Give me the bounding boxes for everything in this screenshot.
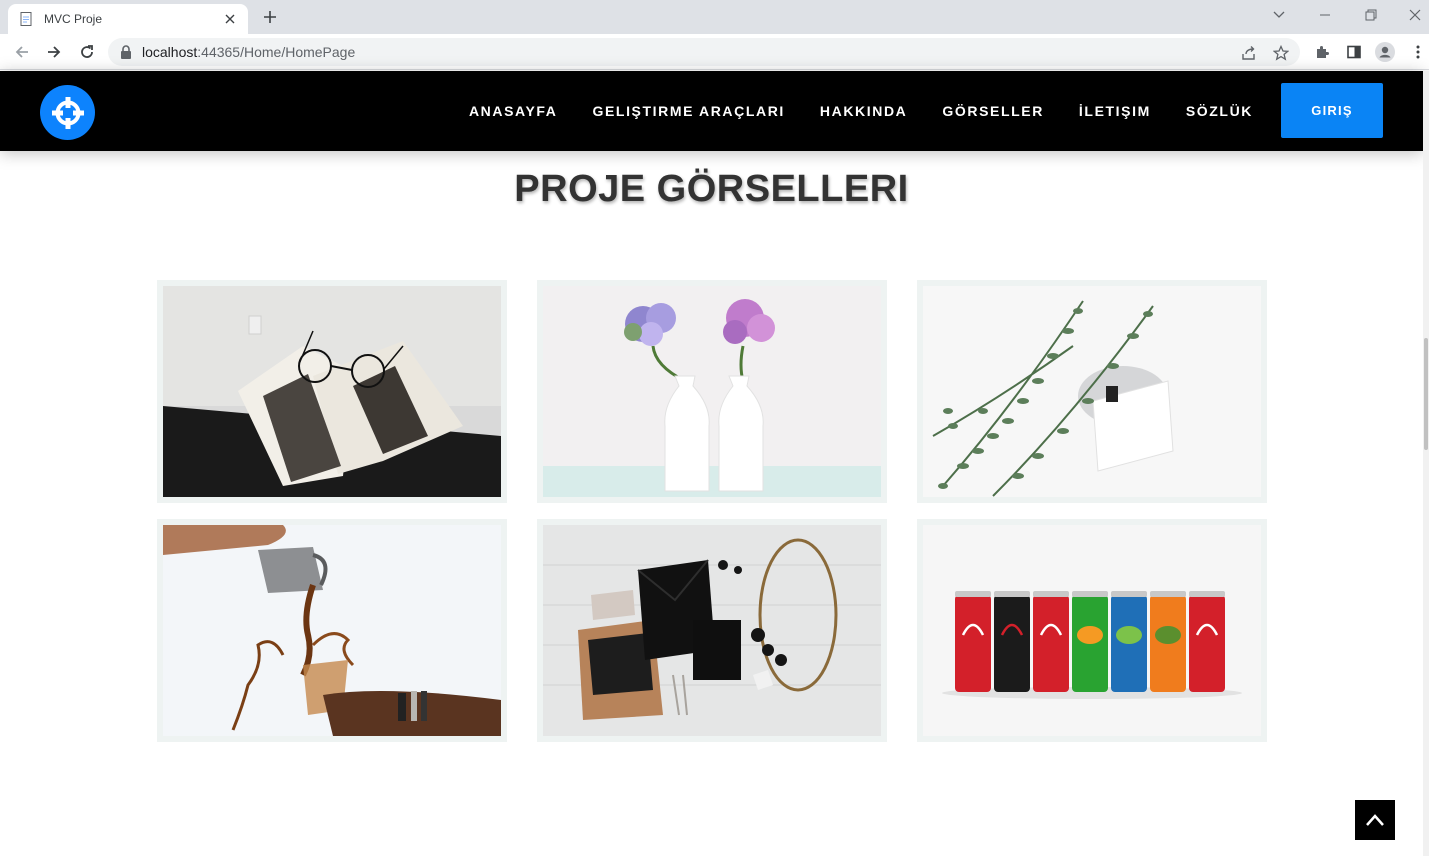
new-tab-button[interactable] bbox=[258, 7, 282, 27]
site-header: ANASAYFA GELIŞTIRME ARAÇLARI HAKKINDA GÖ… bbox=[0, 71, 1423, 151]
nav-item-about[interactable]: HAKKINDA bbox=[820, 103, 907, 119]
url-text: localhost:44365/Home/HomePage bbox=[142, 44, 356, 60]
login-button[interactable]: GIRIŞ bbox=[1281, 83, 1383, 138]
main-navigation: ANASAYFA GELIŞTIRME ARAÇLARI HAKKINDA GÖ… bbox=[434, 71, 1253, 151]
forward-arrow-icon[interactable] bbox=[42, 40, 66, 64]
close-tab-icon[interactable] bbox=[222, 11, 238, 27]
crosshair-logo-icon[interactable] bbox=[40, 85, 95, 140]
scrollbar-thumb[interactable] bbox=[1424, 338, 1428, 450]
browser-toolbar: localhost:44365/Home/HomePage bbox=[0, 34, 1429, 70]
browser-tab[interactable]: MVC Proje bbox=[8, 4, 248, 34]
stationery-photo bbox=[543, 525, 881, 736]
side-panel-icon[interactable] bbox=[1344, 42, 1364, 62]
book-photo bbox=[163, 286, 501, 497]
minimize-icon[interactable] bbox=[1310, 4, 1340, 26]
gallery-image-soda-cans-row[interactable] bbox=[917, 519, 1267, 742]
bookmark-star-icon[interactable] bbox=[1272, 44, 1290, 62]
page-icon bbox=[20, 12, 32, 26]
coffee-photo bbox=[163, 525, 501, 736]
page-scrollbar[interactable] bbox=[1423, 71, 1429, 856]
reload-icon[interactable] bbox=[75, 40, 99, 64]
nav-item-home[interactable]: ANASAYFA bbox=[469, 103, 558, 119]
lock-icon bbox=[121, 45, 131, 59]
back-arrow-icon[interactable] bbox=[10, 40, 34, 64]
chevron-up-icon bbox=[1366, 814, 1384, 826]
nav-item-dev-tools[interactable]: GELIŞTIRME ARAÇLARI bbox=[592, 103, 784, 119]
close-window-icon[interactable] bbox=[1400, 4, 1429, 26]
tab-search-icon[interactable] bbox=[1264, 4, 1294, 26]
gallery-image-pouring-coffee-splash[interactable] bbox=[157, 519, 507, 742]
share-icon[interactable] bbox=[1240, 44, 1258, 62]
gallery-image-book-with-glasses[interactable] bbox=[157, 280, 507, 503]
section-title: PROJE GÖRSELLERI bbox=[514, 168, 909, 210]
gallery-image-eucalyptus-and-note-card[interactable] bbox=[917, 280, 1267, 503]
browser-tab-strip: MVC Proje bbox=[0, 0, 1429, 34]
nav-item-dictionary[interactable]: SÖZLÜK bbox=[1186, 103, 1253, 119]
eucalyptus-photo bbox=[923, 286, 1261, 497]
gallery-image-stationery-and-necklace[interactable] bbox=[537, 519, 887, 742]
profile-avatar-icon[interactable] bbox=[1375, 42, 1395, 62]
extensions-icon[interactable] bbox=[1312, 42, 1332, 62]
nav-item-contact[interactable]: İLETIŞIM bbox=[1079, 103, 1151, 119]
tab-title: MVC Proje bbox=[44, 12, 103, 26]
soda-cans-photo bbox=[923, 525, 1261, 736]
back-to-top-button[interactable] bbox=[1355, 800, 1395, 840]
restore-icon[interactable] bbox=[1356, 4, 1386, 26]
flowers-photo bbox=[543, 286, 881, 497]
nav-item-gallery[interactable]: GÖRSELLER bbox=[942, 103, 1044, 119]
address-bar[interactable]: localhost:44365/Home/HomePage bbox=[108, 38, 1300, 66]
browser-menu-icon[interactable] bbox=[1408, 42, 1428, 62]
gallery-image-hydrangeas-in-white-vases[interactable] bbox=[537, 280, 887, 503]
